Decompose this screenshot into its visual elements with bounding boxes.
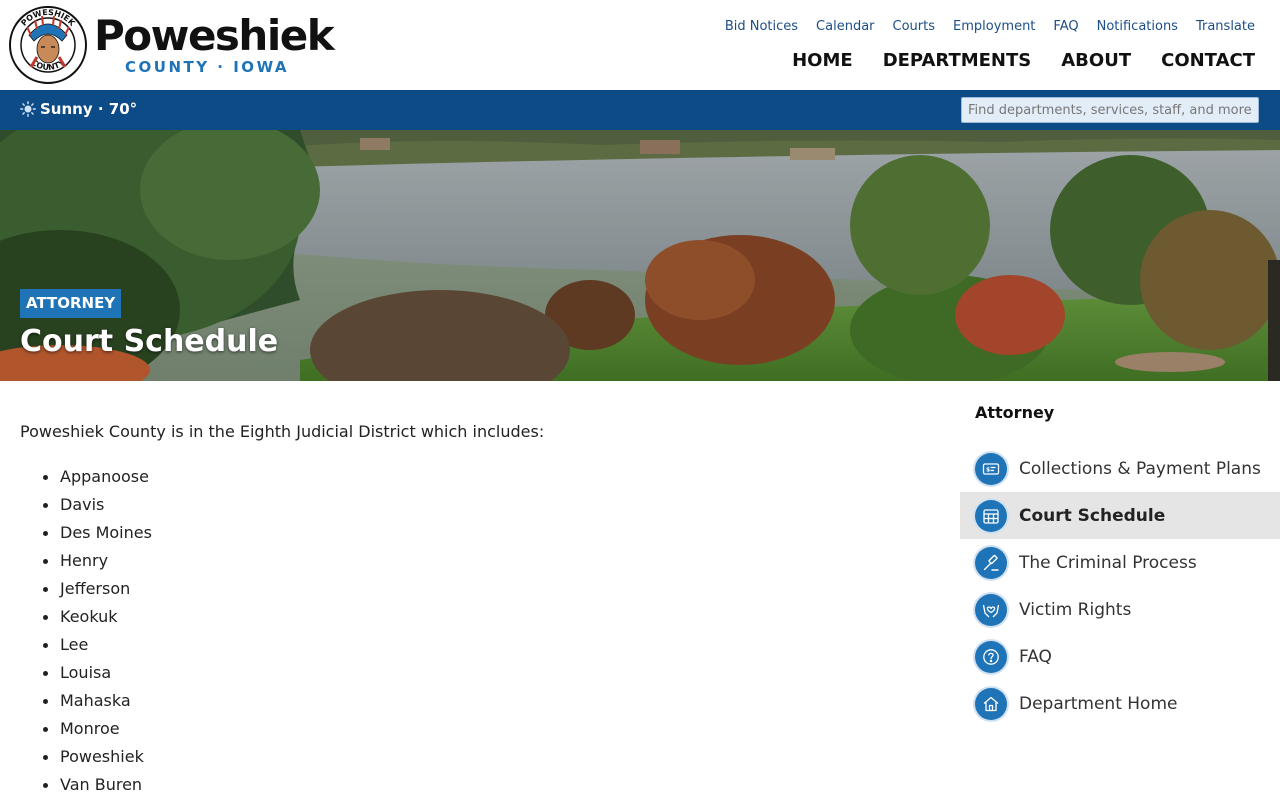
main-content: Poweshiek County is in the Eighth Judici…: [20, 421, 920, 799]
intro-paragraph: Poweshiek County is in the Eighth Judici…: [20, 422, 545, 441]
sidebar-item-label: Department Home: [1019, 693, 1178, 714]
page-title: Court Schedule: [20, 324, 279, 359]
util-link-courts[interactable]: Courts: [893, 19, 936, 34]
util-link-bid-notices[interactable]: Bid Notices: [725, 19, 798, 34]
utility-nav: Bid Notices Calendar Courts Employment F…: [725, 19, 1255, 34]
nav-home[interactable]: HOME: [792, 50, 853, 71]
sidebar-item-victim-rights[interactable]: Victim Rights: [960, 586, 1280, 633]
payment-icon: $: [975, 452, 1007, 485]
util-link-calendar[interactable]: Calendar: [816, 19, 874, 34]
sun-icon: [20, 101, 36, 117]
department-sidebar: Attorney $ Collections & Payment Plans C…: [960, 400, 1280, 727]
sidebar-item-criminal-process[interactable]: The Criminal Process: [960, 539, 1280, 586]
sidebar-item-label: Collections & Payment Plans: [1019, 458, 1261, 479]
search-input[interactable]: [961, 97, 1259, 123]
sidebar-item-collections[interactable]: $ Collections & Payment Plans: [960, 445, 1280, 492]
list-item: Keokuk: [43, 603, 920, 631]
weather-widget[interactable]: Sunny · 70°: [20, 100, 137, 118]
home-icon: [975, 687, 1007, 720]
list-item: Jefferson: [43, 575, 920, 603]
hero-banner: ATTORNEY Court Schedule: [0, 130, 1280, 381]
weather-search-bar: Sunny · 70°: [0, 90, 1280, 130]
list-item: Henry: [43, 547, 920, 575]
list-item: Monroe: [43, 715, 920, 743]
hands-heart-icon: [975, 593, 1007, 626]
util-link-employment[interactable]: Employment: [953, 19, 1035, 34]
main-nav: HOME DEPARTMENTS ABOUT CONTACT: [792, 50, 1255, 71]
brand-subtitle: COUNTY · IOWA: [125, 58, 290, 76]
sidebar-item-label: Court Schedule: [1019, 505, 1166, 526]
sidebar-nav: $ Collections & Payment Plans Court Sche…: [960, 445, 1280, 727]
list-item: Van Buren: [43, 771, 920, 799]
nav-departments[interactable]: DEPARTMENTS: [883, 50, 1032, 71]
nav-about[interactable]: ABOUT: [1061, 50, 1131, 71]
list-item: Appanoose: [43, 463, 920, 491]
nav-contact[interactable]: CONTACT: [1161, 50, 1255, 71]
list-item: Des Moines: [43, 519, 920, 547]
county-seal-logo[interactable]: POWESHIEK COUNTY: [7, 5, 89, 85]
sidebar-item-faq[interactable]: FAQ: [960, 633, 1280, 680]
list-item: Louisa: [43, 659, 920, 687]
list-item: Lee: [43, 631, 920, 659]
list-item: Davis: [43, 491, 920, 519]
gavel-icon: [975, 546, 1007, 579]
county-list: Appanoose Davis Des Moines Henry Jeffers…: [20, 463, 920, 799]
site-header: POWESHIEK COUNTY Poweshiek COUNTY · IOWA…: [0, 0, 1280, 90]
calendar-icon: [975, 499, 1007, 532]
svg-text:$: $: [986, 466, 990, 473]
util-link-translate[interactable]: Translate: [1196, 19, 1255, 34]
weather-text: Sunny · 70°: [40, 100, 138, 118]
department-badge[interactable]: ATTORNEY: [20, 289, 122, 318]
util-link-notifications[interactable]: Notifications: [1097, 19, 1178, 34]
sidebar-title: Attorney: [975, 403, 1055, 422]
sidebar-item-label: Victim Rights: [1019, 599, 1132, 620]
sidebar-item-department-home[interactable]: Department Home: [960, 680, 1280, 727]
question-icon: [975, 640, 1007, 673]
sidebar-item-court-schedule[interactable]: Court Schedule: [960, 492, 1280, 539]
util-link-faq[interactable]: FAQ: [1053, 19, 1078, 34]
sidebar-item-label: FAQ: [1019, 646, 1052, 667]
sidebar-item-label: The Criminal Process: [1019, 552, 1197, 573]
brand-name[interactable]: Poweshiek: [94, 10, 335, 62]
list-item: Mahaska: [43, 687, 920, 715]
list-item: Poweshiek: [43, 743, 920, 771]
